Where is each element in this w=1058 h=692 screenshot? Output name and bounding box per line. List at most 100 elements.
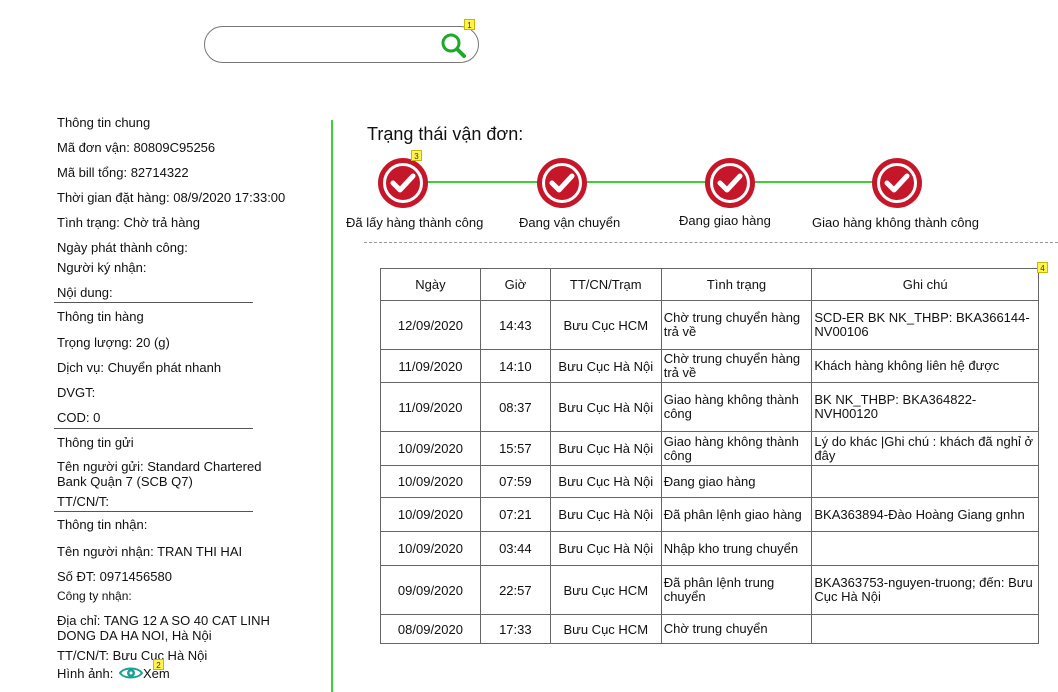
table-header-row: Ngày Giờ TT/CN/Trạm Tình trạng Ghi chú [380,268,1039,301]
check-icon [717,173,743,193]
annotation-marker-1: 1 [464,19,475,30]
column-header-status: Tình trạng [660,268,813,301]
step-picked-up [378,158,428,208]
cell-status: Giao hàng không thành công [660,431,813,466]
step-delivering [705,158,755,208]
cell-time: 08:37 [479,382,551,432]
cod: COD: 0 [57,410,101,425]
cell-time: 14:10 [479,349,551,383]
goods-info-title: Thông tin hàng [57,309,144,324]
cell-note: BK NK_THBP: BKA364822-NVH00120 [811,382,1039,432]
cell-time: 15:57 [479,431,551,466]
column-header-date: Ngày [380,268,481,301]
table-row: 10/09/2020 07:59 Bưu Cục Hà Nội Đang gia… [380,465,1039,498]
cell-note: Khách hàng không liên hệ được [811,349,1039,383]
cell-status: Giao hàng không thành công [660,382,813,432]
cell-station: Bưu Cục Hà Nội [549,431,662,466]
step-label-picked-up: Đã lấy hàng thành công [346,215,484,230]
sender-office: TT/CN/T: [57,494,109,509]
cell-station: Bưu Cục Hà Nội [549,531,662,566]
search-box[interactable] [204,26,479,63]
cell-date: 09/09/2020 [380,565,481,615]
receiver-address-line2: DONG DA HA NOI, Hà Nội [57,628,212,643]
cell-note [811,465,1039,498]
annotation-marker-2: 2 [153,659,164,670]
cell-status: Chờ trung chuyển [660,614,813,644]
service: Dịch vụ: Chuyển phát nhanh [57,360,222,375]
general-info-title: Thông tin chung [57,115,151,130]
cell-status: Chờ trung chuyển hàng trả về [660,300,813,350]
tracking-history-table: Ngày Giờ TT/CN/Trạm Tình trạng Ghi chú 1… [380,268,1039,644]
image-label: Hình ảnh: [57,666,114,681]
table-row: 11/09/2020 08:37 Bưu Cục Hà Nội Giao hàn… [380,382,1039,432]
receiver-info-title: Thông tin nhận: [57,517,148,532]
table-row: 10/09/2020 15:57 Bưu Cục Hà Nội Giao hàn… [380,431,1039,466]
content: Nội dung: [57,285,113,300]
sender-info-title: Thông tin gửi [57,435,134,450]
step-label-in-transit: Đang vận chuyển [519,215,621,230]
section-divider [54,428,253,429]
check-icon [549,173,575,193]
column-header-station: TT/CN/Trạm [549,268,662,301]
cell-note: BKA363894-Đào Hoàng Giang gnhn [811,497,1039,532]
step-in-transit [537,158,587,208]
cell-status: Nhập kho trung chuyển [660,531,813,566]
table-row: 10/09/2020 03:44 Bưu Cục Hà Nội Nhập kho… [380,531,1039,566]
weight: Trọng lượng: 20 (g) [57,335,170,350]
annotation-marker-4: 4 [1037,262,1048,273]
cell-note: SCD-ER BK NK_THBP: BKA366144-NV00106 [811,300,1039,350]
cell-time: 07:59 [479,465,551,498]
receiver-phone: Số ĐT: 0971456580 [57,569,172,584]
check-icon [884,173,910,193]
cell-time: 14:43 [479,300,551,350]
cell-time: 07:21 [479,497,551,532]
search-icon[interactable] [440,32,466,58]
column-header-note: Ghi chú [811,268,1039,301]
step-label-delivery-failed: Giao hàng không thành công [812,215,979,230]
column-header-time: Giờ [479,268,551,301]
cell-note: BKA363753-nguyen-truong; đến: Bưu Cục Hà… [811,565,1039,615]
cell-date: 10/09/2020 [380,497,481,532]
issue-date: Ngày phát thành công: [57,240,188,255]
cell-date: 08/09/2020 [380,614,481,644]
cell-station: Bưu Cục HCM [549,300,662,350]
cell-note [811,531,1039,566]
cell-date: 10/09/2020 [380,431,481,466]
cell-date: 10/09/2020 [380,531,481,566]
cell-status: Chờ trung chuyển hàng trả về [660,349,813,383]
cell-date: 10/09/2020 [380,465,481,498]
panel-separator [331,120,333,692]
order-state: Tình trạng: Chờ trả hàng [57,215,200,230]
step-label-delivering: Đang giao hàng [679,213,771,228]
table-row: 11/09/2020 14:10 Bưu Cục Hà Nội Chờ trun… [380,349,1039,383]
receiver-name: Tên người nhận: TRAN THI HAI [57,544,243,559]
cell-station: Bưu Cục HCM [549,565,662,615]
table-row: 09/09/2020 22:57 Bưu Cục HCM Đã phân lện… [380,565,1039,615]
eye-icon [118,667,144,679]
cell-status: Đã phân lệnh giao hàng [660,497,813,532]
table-row: 12/09/2020 14:43 Bưu Cục HCM Chờ trung c… [380,300,1039,350]
cell-station: Bưu Cục Hà Nội [549,349,662,383]
cell-station: Bưu Cục HCM [549,614,662,644]
cell-note [811,614,1039,644]
cell-status: Đã phân lệnh trung chuyển [660,565,813,615]
receiver-address-line1: Địa chỉ: TANG 12 A SO 40 CAT LINH [57,613,270,628]
cell-station: Bưu Cục Hà Nội [549,497,662,532]
section-divider [54,511,253,512]
search-input[interactable] [221,34,435,58]
annotation-marker-3: 3 [411,150,422,161]
receiver-signed: Người ký nhận: [57,260,147,275]
order-time: Thời gian đặt hàng: 08/9/2020 17:33:00 [57,190,286,205]
progress-line [403,181,898,183]
table-row: 10/09/2020 07:21 Bưu Cục Hà Nội Đã phân … [380,497,1039,532]
order-code: Mã đơn vận: 80809C95256 [57,140,216,155]
step-delivery-failed [872,158,922,208]
cell-time: 17:33 [479,614,551,644]
receiver-company: Công ty nhận: [57,589,132,603]
cell-station: Bưu Cục Hà Nội [549,465,662,498]
cell-status: Đang giao hàng [660,465,813,498]
section-divider [54,302,253,303]
bill-total: Mã bill tổng: 82714322 [57,165,189,180]
cell-date: 11/09/2020 [380,349,481,383]
status-title: Trạng thái vận đơn: [367,124,524,144]
